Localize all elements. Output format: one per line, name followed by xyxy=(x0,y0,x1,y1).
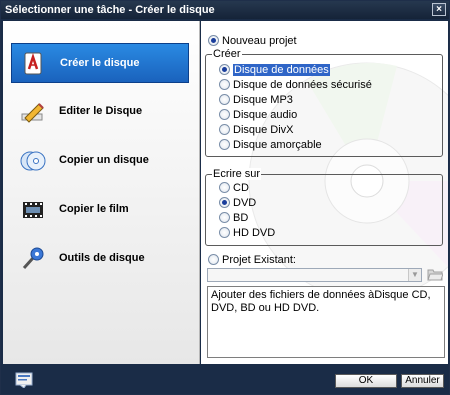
write-to-group: Ecrire sur CD DVD BD HD DVD xyxy=(205,168,443,246)
sidebar-item-label: Outils de disque xyxy=(59,252,145,264)
existing-project-label: Projet Existant: xyxy=(222,254,296,266)
radio-empty-icon xyxy=(219,124,230,135)
close-button[interactable]: × xyxy=(432,3,446,16)
disc-tools-icon xyxy=(22,247,44,270)
window-title: Sélectionner une tâche - Créer le disque xyxy=(5,4,215,16)
title-bar[interactable]: Sélectionner une tâche - Créer le disque… xyxy=(1,1,449,19)
radio-empty-icon xyxy=(219,79,230,90)
radio-empty-icon xyxy=(219,227,230,238)
sidebar-item-create-disc[interactable]: Créer le disque xyxy=(11,43,189,83)
create-option-divx-disc[interactable]: Disque DivX xyxy=(219,124,294,138)
radio-checked-icon xyxy=(208,35,219,46)
radio-empty-icon xyxy=(208,254,219,265)
write-to-group-legend: Ecrire sur xyxy=(212,168,262,180)
create-option-audio-disc[interactable]: Disque audio xyxy=(219,109,297,123)
dialog-footer: OK Annuler xyxy=(1,366,449,394)
create-option-bootable-disc[interactable]: Disque amorçable xyxy=(219,139,322,153)
write-option-cd[interactable]: CD xyxy=(219,182,249,196)
create-option-secure-data-disc[interactable]: Disque de données sécurisé xyxy=(219,79,372,93)
option-label: CD xyxy=(233,182,249,194)
task-sidebar: Créer le disque Editer le Disque Copier … xyxy=(3,21,200,364)
option-label: Disque DivX xyxy=(233,124,294,136)
option-label: Disque de données xyxy=(233,64,330,76)
write-option-hd-dvd[interactable]: HD DVD xyxy=(219,227,275,241)
project-path-combo[interactable]: ▼ xyxy=(207,268,422,282)
task-selection-window: Sélectionner une tâche - Créer le disque… xyxy=(0,0,450,395)
option-label: BD xyxy=(233,212,249,224)
create-group: Créer Disque de données Disque de donnée… xyxy=(205,48,443,157)
option-label: Disque audio xyxy=(233,109,298,121)
sidebar-item-label: Editer le Disque xyxy=(59,105,143,117)
copy-disc-icon xyxy=(20,151,46,171)
option-label: Disque amorçable xyxy=(233,139,322,151)
open-folder-icon[interactable] xyxy=(427,267,443,281)
option-label: Disque de données sécurisé xyxy=(233,79,372,91)
create-group-legend: Créer xyxy=(212,48,242,60)
sidebar-item-label: Créer le disque xyxy=(60,57,140,69)
chevron-down-icon[interactable]: ▼ xyxy=(408,269,421,281)
create-disc-icon xyxy=(24,52,42,75)
task-options-panel: Nouveau projet Créer Disque de données D… xyxy=(201,21,448,364)
edit-pen-icon xyxy=(21,103,44,123)
create-option-mp3-disc[interactable]: Disque MP3 xyxy=(219,94,293,108)
write-option-dvd[interactable]: DVD xyxy=(219,197,256,211)
sidebar-item-label: Copier un disque xyxy=(59,154,149,166)
radio-checked-icon xyxy=(219,64,230,75)
sidebar-item-copy-movie[interactable]: Copier le film xyxy=(11,190,189,230)
create-option-data-disc[interactable]: Disque de données xyxy=(219,64,330,78)
radio-empty-icon xyxy=(219,139,230,150)
option-label: Disque MP3 xyxy=(233,94,293,106)
sidebar-item-edit-disc[interactable]: Editer le Disque xyxy=(11,92,189,132)
radio-empty-icon xyxy=(219,182,230,193)
task-description-text: Ajouter des fichiers de données àDisque … xyxy=(211,289,431,314)
new-project-label: Nouveau projet xyxy=(222,35,297,47)
existing-project-radio[interactable]: Projet Existant: xyxy=(208,254,296,266)
radio-empty-icon xyxy=(219,212,230,223)
radio-empty-icon xyxy=(219,94,230,105)
ok-button[interactable]: OK xyxy=(335,374,397,388)
new-project-radio[interactable]: Nouveau projet xyxy=(208,35,297,47)
option-label: HD DVD xyxy=(233,227,276,239)
radio-empty-icon xyxy=(219,109,230,120)
help-icon[interactable] xyxy=(15,372,33,388)
write-option-bd[interactable]: BD xyxy=(219,212,248,226)
sidebar-item-disc-tools[interactable]: Outils de disque xyxy=(11,239,189,279)
sidebar-item-label: Copier le film xyxy=(59,203,129,215)
cancel-button[interactable]: Annuler xyxy=(401,374,444,388)
close-icon: × xyxy=(436,4,442,15)
sidebar-item-copy-disc[interactable]: Copier un disque xyxy=(11,141,189,181)
radio-checked-icon xyxy=(219,197,230,208)
task-description: Ajouter des fichiers de données àDisque … xyxy=(207,286,445,358)
option-label: DVD xyxy=(233,197,257,209)
film-strip-icon xyxy=(23,202,43,218)
